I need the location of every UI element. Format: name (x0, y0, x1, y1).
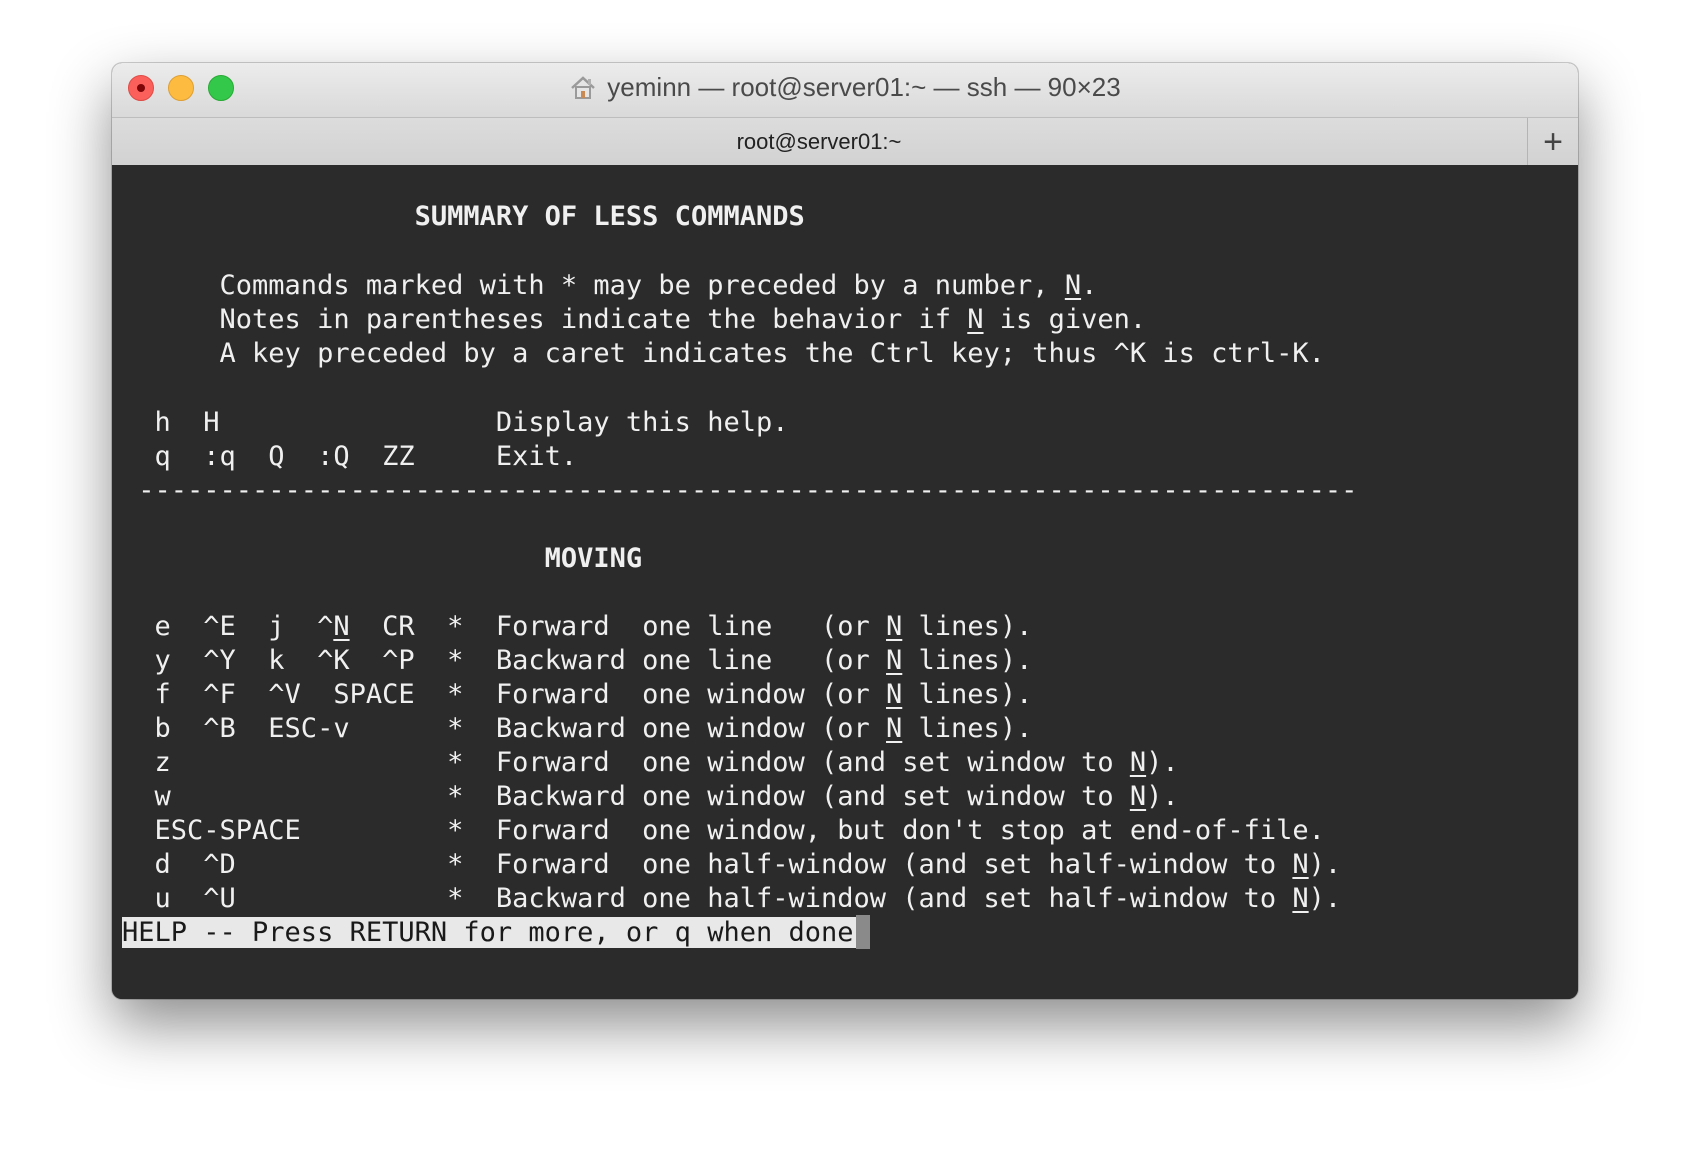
intro-line: Notes in parentheses indicate the behavi… (122, 304, 1147, 335)
intro-line: A key preceded by a caret indicates the … (122, 338, 1325, 369)
window-title: yeminn — root@server01:~ — ssh — 90×23 (112, 72, 1578, 103)
intro-line: Commands marked with * may be preceded b… (122, 270, 1098, 301)
tab-root-server01[interactable]: root@server01:~ (112, 118, 1526, 165)
tab-bar: root@server01:~ + (112, 118, 1578, 166)
terminal-output[interactable]: SUMMARY OF LESS COMMANDS Commands marked… (112, 165, 1578, 999)
command-line: y ^Y k ^K ^P * Backward one line (or N l… (122, 645, 1033, 676)
terminal-window: yeminn — root@server01:~ — ssh — 90×23 r… (112, 63, 1578, 999)
tab-label: root@server01:~ (736, 128, 902, 154)
home-icon (569, 75, 597, 101)
window-title-text: yeminn — root@server01:~ — ssh — 90×23 (607, 72, 1121, 102)
command-line: f ^F ^V SPACE * Forward one window (or N… (122, 679, 1033, 710)
command-line: u ^U * Backward one half-window (and set… (122, 883, 1342, 914)
command-line: d ^D * Forward one half-window (and set … (122, 849, 1342, 880)
command-line: ESC-SPACE * Forward one window, but don'… (122, 815, 1325, 846)
text-cursor (855, 915, 870, 949)
command-line: e ^E j ^N CR * Forward one line (or N li… (122, 611, 1033, 642)
help-heading: SUMMARY OF LESS COMMANDS (122, 201, 805, 232)
title-bar[interactable]: yeminn — root@server01:~ — ssh — 90×23 (112, 63, 1578, 118)
command-line-exit: q :q Q :Q ZZ Exit. (122, 441, 578, 472)
new-tab-plus-icon[interactable]: + (1527, 118, 1578, 165)
command-line: z * Forward one window (and set window t… (122, 747, 1179, 778)
status-line: HELP -- Press RETURN for more, or q when… (122, 915, 870, 951)
separator: ----------------------------------------… (122, 475, 1358, 506)
command-line-help: h H Display this help. (122, 407, 789, 438)
help-prompt: HELP -- Press RETURN for more, or q when… (122, 917, 856, 948)
section-title-moving: MOVING (122, 543, 643, 574)
command-line: w * Backward one window (and set window … (122, 781, 1179, 812)
command-line: b ^B ESC-v * Backward one window (or N l… (122, 713, 1033, 744)
